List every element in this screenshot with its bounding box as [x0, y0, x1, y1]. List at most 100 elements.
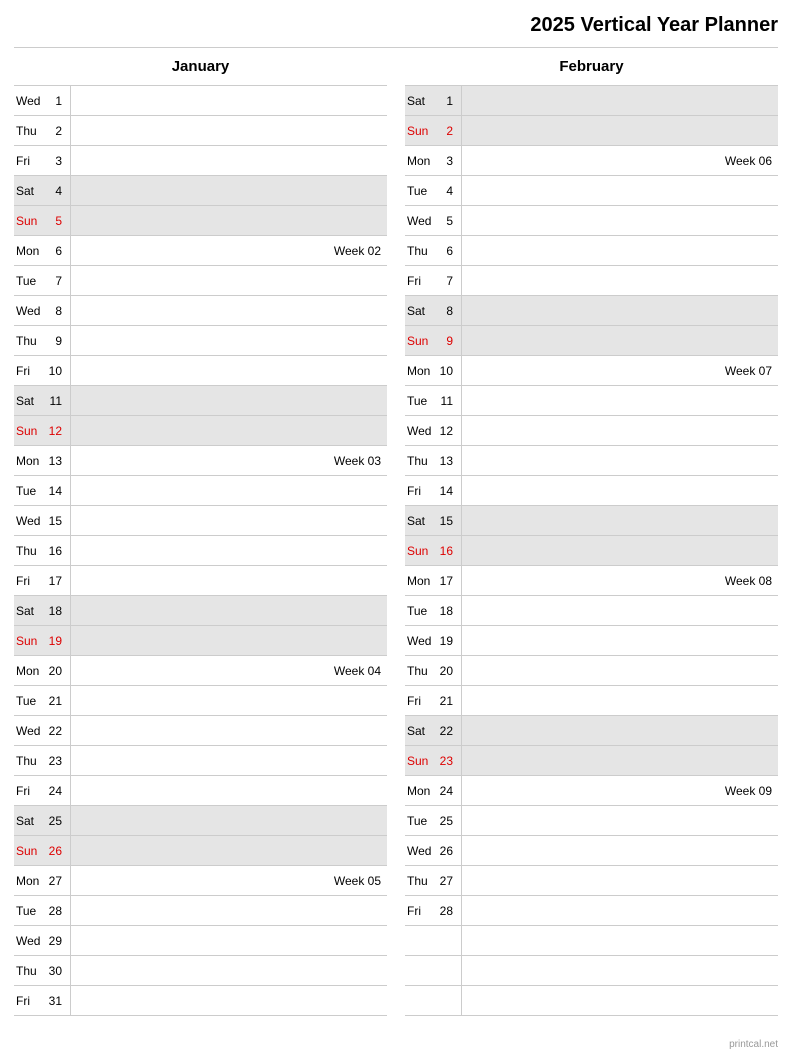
day-row: Thu20 — [405, 656, 778, 686]
day-note — [461, 326, 778, 355]
day-row: Thu30 — [14, 956, 387, 986]
day-note — [70, 386, 387, 415]
day-number: 30 — [42, 964, 64, 978]
day-of-week: Tue — [14, 694, 42, 708]
day-number: 14 — [433, 484, 455, 498]
day-of-week: Sat — [14, 604, 42, 618]
day-row: Tue18 — [405, 596, 778, 626]
day-number: 21 — [42, 694, 64, 708]
day-number: 24 — [42, 784, 64, 798]
day-of-week: Sun — [14, 214, 42, 228]
day-of-week: Fri — [405, 274, 433, 288]
day-of-week: Sun — [405, 754, 433, 768]
day-of-week: Mon — [14, 454, 42, 468]
day-row: Thu13 — [405, 446, 778, 476]
day-number: 10 — [433, 364, 455, 378]
day-row: Fri14 — [405, 476, 778, 506]
day-note — [461, 506, 778, 535]
day-row: Sat22 — [405, 716, 778, 746]
day-number: 16 — [42, 544, 64, 558]
day-row: Tue21 — [14, 686, 387, 716]
day-of-week: Wed — [14, 304, 42, 318]
day-row: Fri17 — [14, 566, 387, 596]
day-of-week: Sun — [14, 424, 42, 438]
day-number: 19 — [42, 634, 64, 648]
day-note — [461, 866, 778, 895]
month-column: FebruarySat1Sun2Mon3Week 06Tue4Wed5Thu6F… — [405, 48, 778, 1016]
day-note — [70, 146, 387, 175]
day-of-week: Sat — [14, 394, 42, 408]
day-note: Week 04 — [70, 656, 387, 685]
day-number: 6 — [433, 244, 455, 258]
day-row: Wed12 — [405, 416, 778, 446]
day-of-week: Mon — [405, 364, 433, 378]
day-of-week: Thu — [14, 964, 42, 978]
day-of-week: Wed — [14, 94, 42, 108]
day-of-week: Mon — [405, 154, 433, 168]
day-number: 15 — [42, 514, 64, 528]
day-number: 4 — [42, 184, 64, 198]
day-number: 6 — [42, 244, 64, 258]
day-number: 27 — [433, 874, 455, 888]
day-number: 22 — [433, 724, 455, 738]
day-row: Tue25 — [405, 806, 778, 836]
day-note — [461, 176, 778, 205]
day-of-week: Sun — [405, 334, 433, 348]
day-number: 2 — [42, 124, 64, 138]
day-note — [70, 176, 387, 205]
day-of-week: Fri — [14, 784, 42, 798]
day-note — [461, 746, 778, 775]
day-of-week: Fri — [405, 484, 433, 498]
day-row: Wed22 — [14, 716, 387, 746]
day-number: 1 — [433, 94, 455, 108]
day-note: Week 09 — [461, 776, 778, 805]
day-note — [461, 386, 778, 415]
day-note — [461, 836, 778, 865]
empty-day-row — [405, 986, 778, 1016]
day-of-week: Fri — [14, 364, 42, 378]
day-note — [70, 206, 387, 235]
day-row: Sat15 — [405, 506, 778, 536]
day-number: 18 — [42, 604, 64, 618]
day-of-week: Fri — [405, 694, 433, 708]
day-number: 1 — [42, 94, 64, 108]
day-of-week: Wed — [405, 214, 433, 228]
day-number: 22 — [42, 724, 64, 738]
day-number: 20 — [433, 664, 455, 678]
day-number: 3 — [42, 154, 64, 168]
day-number: 5 — [42, 214, 64, 228]
day-note — [70, 626, 387, 655]
day-of-week: Thu — [405, 454, 433, 468]
day-row: Sat1 — [405, 86, 778, 116]
day-number: 19 — [433, 634, 455, 648]
day-note — [70, 926, 387, 955]
day-number: 5 — [433, 214, 455, 228]
day-row: Wed15 — [14, 506, 387, 536]
day-number: 18 — [433, 604, 455, 618]
day-row: Fri28 — [405, 896, 778, 926]
day-number: 13 — [433, 454, 455, 468]
day-note — [70, 566, 387, 595]
day-row: Sun2 — [405, 116, 778, 146]
day-row: Mon20Week 04 — [14, 656, 387, 686]
day-of-week: Thu — [405, 244, 433, 258]
day-of-week: Tue — [14, 484, 42, 498]
day-note — [70, 476, 387, 505]
day-note — [70, 416, 387, 445]
day-of-week: Sat — [14, 814, 42, 828]
day-number: 11 — [433, 394, 455, 408]
day-row: Wed19 — [405, 626, 778, 656]
day-of-week: Tue — [405, 394, 433, 408]
day-note — [70, 896, 387, 925]
day-note: Week 06 — [461, 146, 778, 175]
day-note: Week 08 — [461, 566, 778, 595]
day-number: 17 — [42, 574, 64, 588]
day-note — [70, 356, 387, 385]
day-row: Thu2 — [14, 116, 387, 146]
day-row: Sat8 — [405, 296, 778, 326]
day-of-week: Sat — [405, 94, 433, 108]
day-number: 17 — [433, 574, 455, 588]
day-row: Sun19 — [14, 626, 387, 656]
day-note — [461, 596, 778, 625]
day-number: 26 — [42, 844, 64, 858]
